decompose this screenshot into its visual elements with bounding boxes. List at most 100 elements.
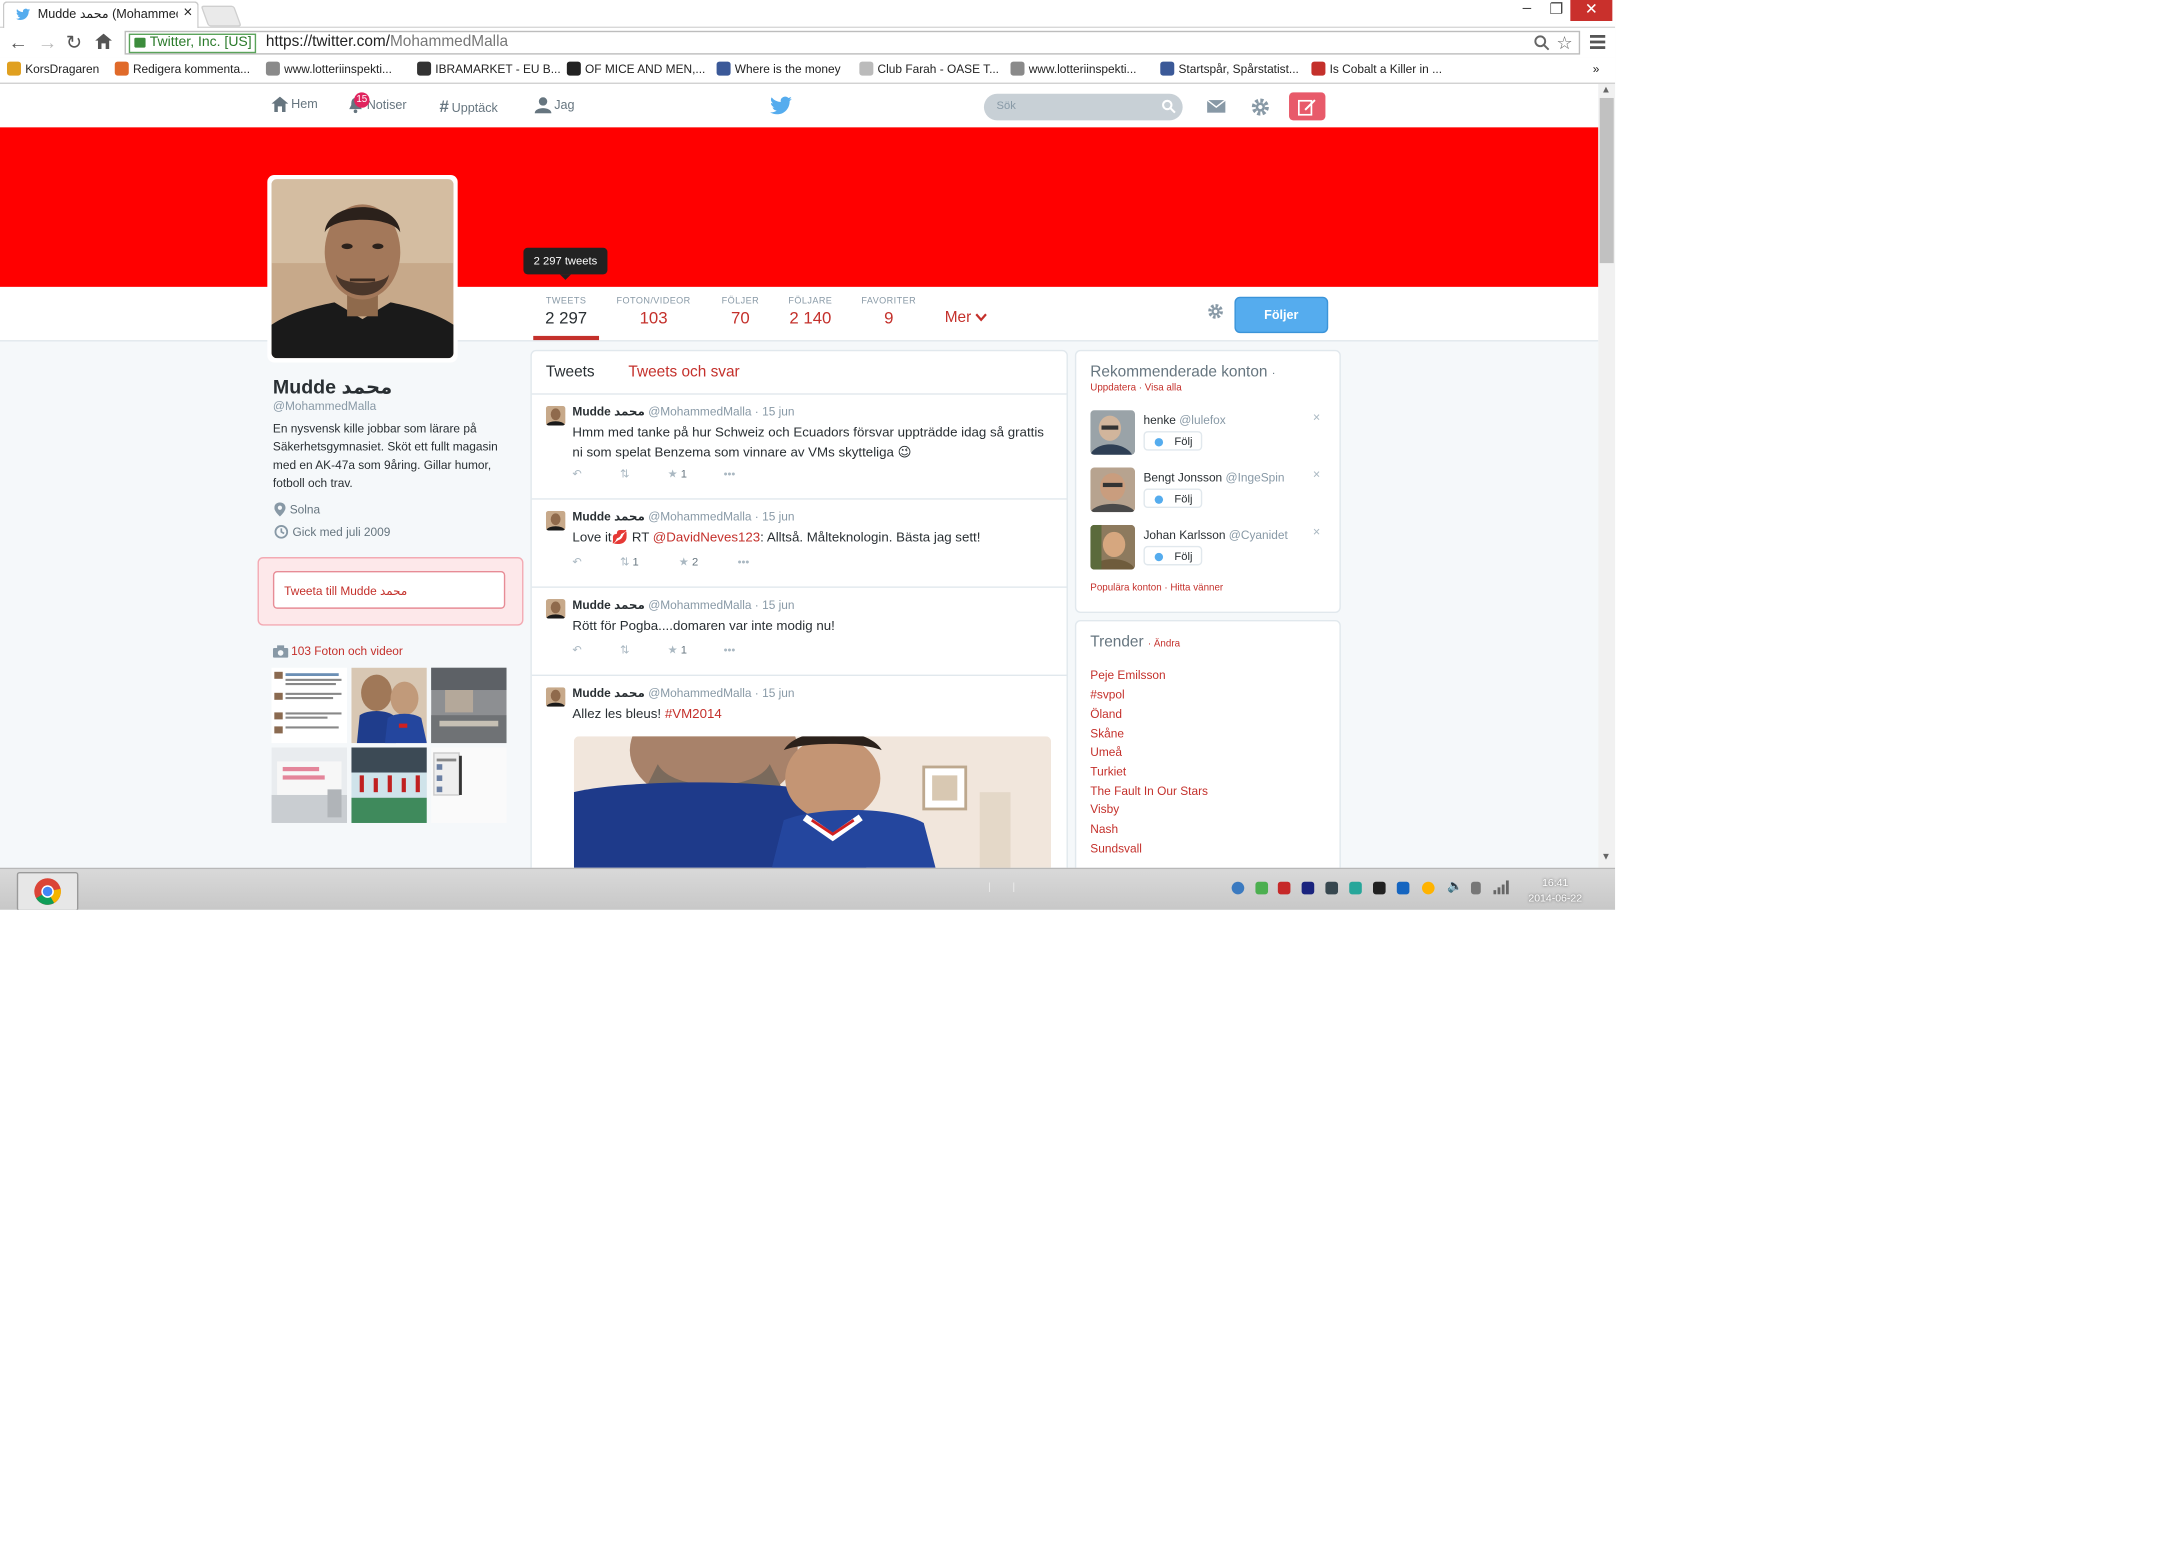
trend-item[interactable]: The Fault In Our Stars xyxy=(1090,784,1208,798)
tweet-item[interactable]: Mudde محمد @MohammedMalla · 15 jun Rött … xyxy=(531,588,1067,677)
trend-item[interactable]: Sundsvall xyxy=(1090,841,1142,855)
bookmark-item[interactable]: www.lotteriinspekti... xyxy=(1010,61,1136,76)
browser-tab[interactable]: Mudde محمد (Mohammed × xyxy=(2,1,199,28)
tweet-avatar[interactable] xyxy=(545,405,566,426)
tweet-avatar[interactable] xyxy=(545,510,566,531)
home-icon[interactable] xyxy=(95,33,112,49)
network-signal-icon[interactable] xyxy=(1493,880,1511,895)
search-icon[interactable] xyxy=(1534,35,1550,51)
tweet-item[interactable]: Mudde محمد @MohammedMalla · 15 jun Allez… xyxy=(532,676,1067,868)
dismiss-icon[interactable]: × xyxy=(1313,467,1320,481)
search-icon[interactable] xyxy=(1162,99,1176,114)
scroll-up-arrow-icon[interactable]: ▲ xyxy=(1601,85,1611,95)
tab-close-icon[interactable]: × xyxy=(183,4,192,21)
account-avatar[interactable] xyxy=(1090,524,1136,570)
retweet-action[interactable]: ⇅ 1 xyxy=(620,556,639,569)
stat-tweets[interactable]: TWEETS 2 297 xyxy=(533,297,599,328)
bookmark-item[interactable]: www.lotteriinspekti... xyxy=(265,61,392,76)
stat-following[interactable]: FÖLJER 70 xyxy=(711,297,770,328)
address-bar[interactable]: Twitter, Inc. [US] https://twitter.com/M… xyxy=(124,30,1581,55)
account-avatar[interactable] xyxy=(1090,410,1136,455)
profile-name[interactable]: Mudde محمد xyxy=(273,375,392,399)
tweet-meta[interactable]: @MohammedMalla · 15 jun xyxy=(648,598,794,612)
tweet-to-input[interactable]: Tweeta till Mudde محمد xyxy=(272,571,506,609)
more-options-icon[interactable]: ••• xyxy=(724,644,736,657)
bookmark-item[interactable]: Where is the money xyxy=(716,61,841,76)
globe-icon[interactable] xyxy=(1231,881,1245,895)
account-name[interactable]: Johan Karlsson @Cyanidet xyxy=(1143,528,1287,542)
who-to-follow-footer[interactable]: Populära konton · Hitta vänner xyxy=(1090,584,1223,594)
photo-thumbnail[interactable] xyxy=(351,667,427,744)
photo-thumbnail[interactable] xyxy=(431,747,507,823)
dismiss-icon[interactable]: × xyxy=(1313,525,1320,539)
new-tab-button[interactable] xyxy=(200,5,242,27)
favorite-action[interactable]: ★ 1 xyxy=(668,467,687,480)
tweet-meta[interactable]: @MohammedMalla · 15 jun xyxy=(648,509,794,523)
trend-item[interactable]: Turkiet xyxy=(1090,764,1126,778)
window-restore-button[interactable]: ❐ xyxy=(1542,0,1570,21)
bookmarks-overflow-button[interactable]: » xyxy=(1593,62,1600,76)
tweet-author[interactable]: Mudde محمد xyxy=(572,598,644,612)
follow-button[interactable]: Följ xyxy=(1143,545,1203,566)
photos-videos-link[interactable]: 103 Foton och videor xyxy=(272,644,403,658)
favorite-action[interactable]: ★ 2 xyxy=(679,556,698,569)
tweet-author[interactable]: Mudde محمد xyxy=(572,509,644,523)
tweet-avatar[interactable] xyxy=(545,599,566,619)
twitter-logo-icon[interactable] xyxy=(770,96,792,115)
taskbar-chrome-button[interactable] xyxy=(16,871,79,910)
profile-avatar[interactable] xyxy=(267,174,458,363)
settings-gear-icon[interactable] xyxy=(1250,97,1271,118)
volume-icon[interactable]: 🔈 xyxy=(1447,879,1463,894)
follow-button[interactable]: Följ xyxy=(1143,488,1203,509)
search-input[interactable]: Sök xyxy=(983,93,1183,121)
bookmark-item[interactable]: OF MICE AND MEN,... xyxy=(566,61,705,76)
stat-photos-videos[interactable]: FOTON/VIDEOR 103 xyxy=(610,297,697,328)
profile-settings-gear-icon[interactable] xyxy=(1206,302,1224,320)
account-name[interactable]: henke @lulefox xyxy=(1143,413,1225,427)
following-button[interactable]: Följer xyxy=(1234,296,1329,334)
profile-handle[interactable]: @MohammedMalla xyxy=(273,399,376,413)
stat-followers[interactable]: FÖLJARE 2 140 xyxy=(781,297,840,328)
tray-app-icon[interactable] xyxy=(1301,881,1315,895)
reply-icon[interactable]: ↶ xyxy=(572,644,581,657)
tray-app-icon[interactable] xyxy=(1421,881,1435,895)
tweet-meta[interactable]: @MohammedMalla · 15 jun xyxy=(648,404,794,418)
bookmark-item[interactable]: Is Cobalt a Killer in ... xyxy=(1311,61,1442,76)
page-scrollbar[interactable]: ▲ ▼ xyxy=(1598,83,1616,868)
nav-home[interactable]: Hem xyxy=(271,96,318,112)
mention-link[interactable]: @DavidNeves123 xyxy=(653,530,760,545)
more-options-icon[interactable]: ••• xyxy=(724,467,736,480)
bookmark-item[interactable]: KorsDragaren xyxy=(6,61,99,76)
nav-me[interactable]: Jag xyxy=(534,97,575,114)
tweet-item[interactable]: Mudde محمد @MohammedMalla · 15 jun Love … xyxy=(531,500,1067,588)
view-all-link[interactable]: Visa alla xyxy=(1145,383,1182,393)
bookmark-item[interactable]: Redigera kommenta... xyxy=(114,61,250,76)
account-name[interactable]: Bengt Jonsson @IngeSpin xyxy=(1143,470,1284,484)
trend-item[interactable]: #svpol xyxy=(1090,687,1124,701)
tray-app-icon[interactable] xyxy=(1396,881,1410,895)
account-avatar[interactable] xyxy=(1090,467,1136,513)
back-arrow-icon[interactable]: ← xyxy=(8,31,28,53)
favorite-action[interactable]: ★ 1 xyxy=(668,644,687,657)
bookmark-item[interactable]: IBRAMARKET - EU B... xyxy=(417,61,561,76)
photo-thumbnail[interactable] xyxy=(271,667,348,744)
tweet-item[interactable]: Mudde محمد @MohammedMalla · 15 jun Hmm m… xyxy=(531,395,1067,500)
forward-arrow-icon[interactable]: → xyxy=(38,31,58,53)
trend-item[interactable]: Öland xyxy=(1090,707,1122,721)
window-minimize-button[interactable]: – xyxy=(1512,0,1543,21)
tray-app-icon[interactable] xyxy=(1277,881,1291,895)
trend-item[interactable]: Peje Emilsson xyxy=(1090,668,1165,682)
trend-item[interactable]: Skåne xyxy=(1090,726,1124,740)
follow-button[interactable]: Följ xyxy=(1143,431,1203,451)
hashtag-link[interactable]: #VM2014 xyxy=(665,707,722,722)
reload-icon[interactable]: ↻ xyxy=(66,31,82,55)
retweet-icon[interactable]: ⇅ xyxy=(620,644,629,657)
taskbar-clock[interactable]: 16:41 2014-06-22 xyxy=(1528,875,1582,906)
more-options-icon[interactable]: ••• xyxy=(738,556,750,569)
tray-app-icon[interactable] xyxy=(1325,881,1339,895)
tab-tweets[interactable]: Tweets xyxy=(546,364,595,381)
tweet-meta[interactable]: @MohammedMalla · 15 jun xyxy=(648,686,794,700)
bookmark-item[interactable]: Club Farah - OASE T... xyxy=(859,61,999,76)
change-trends-link[interactable]: · Ändra xyxy=(1148,640,1180,650)
compose-tweet-button[interactable] xyxy=(1289,92,1326,121)
